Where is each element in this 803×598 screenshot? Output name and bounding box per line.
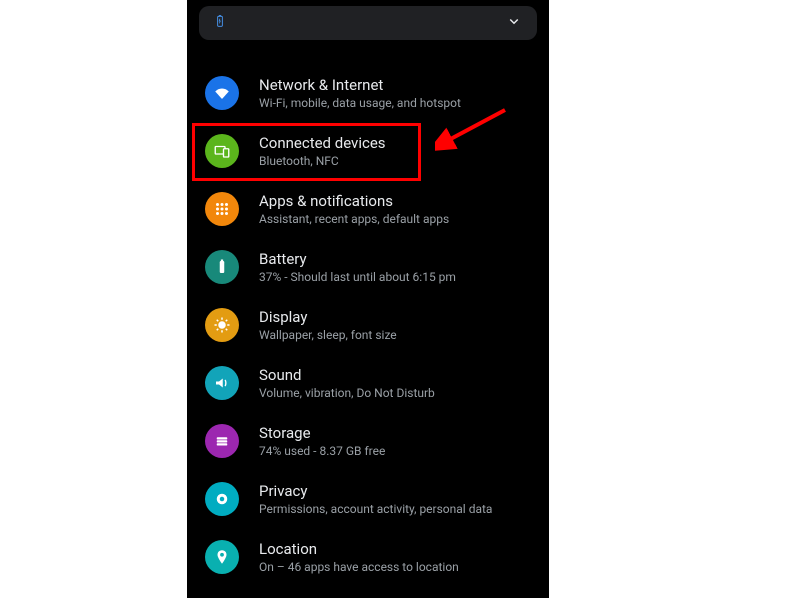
- item-subtitle: Assistant, recent apps, default apps: [259, 212, 449, 226]
- notification-card[interactable]: [199, 6, 537, 40]
- item-subtitle: Volume, vibration, Do Not Disturb: [259, 386, 435, 400]
- item-text: Apps & notifications Assistant, recent a…: [259, 192, 449, 226]
- item-title: Battery: [259, 250, 456, 268]
- settings-item-storage[interactable]: Storage 74% used - 8.37 GB free: [187, 412, 549, 470]
- phone-screen: Network & Internet Wi-Fi, mobile, data u…: [187, 0, 549, 598]
- item-title: Privacy: [259, 482, 492, 500]
- item-subtitle: On – 46 apps have access to location: [259, 560, 459, 574]
- item-subtitle: 74% used - 8.37 GB free: [259, 444, 385, 458]
- item-text: Battery 37% - Should last until about 6:…: [259, 250, 456, 284]
- item-text: Display Wallpaper, sleep, font size: [259, 308, 397, 342]
- item-title: Storage: [259, 424, 385, 442]
- settings-list: Network & Internet Wi-Fi, mobile, data u…: [187, 64, 549, 586]
- item-text: Privacy Permissions, account activity, p…: [259, 482, 492, 516]
- settings-item-privacy[interactable]: Privacy Permissions, account activity, p…: [187, 470, 549, 528]
- item-title: Display: [259, 308, 397, 326]
- chevron-down-icon[interactable]: [505, 12, 523, 34]
- settings-item-sound[interactable]: Sound Volume, vibration, Do Not Disturb: [187, 354, 549, 412]
- battery-charging-icon: [213, 11, 227, 35]
- settings-item-location[interactable]: Location On – 46 apps have access to loc…: [187, 528, 549, 586]
- storage-icon: [205, 424, 239, 458]
- item-subtitle: 37% - Should last until about 6:15 pm: [259, 270, 456, 284]
- privacy-icon: [205, 482, 239, 516]
- item-text: Network & Internet Wi-Fi, mobile, data u…: [259, 76, 461, 110]
- settings-item-connected-devices[interactable]: Connected devices Bluetooth, NFC: [187, 122, 549, 180]
- settings-item-battery[interactable]: Battery 37% - Should last until about 6:…: [187, 238, 549, 296]
- sound-icon: [205, 366, 239, 400]
- item-title: Apps & notifications: [259, 192, 449, 210]
- item-title: Location: [259, 540, 459, 558]
- settings-item-apps[interactable]: Apps & notifications Assistant, recent a…: [187, 180, 549, 238]
- settings-item-network[interactable]: Network & Internet Wi-Fi, mobile, data u…: [187, 64, 549, 122]
- item-text: Location On – 46 apps have access to loc…: [259, 540, 459, 574]
- item-subtitle: Wallpaper, sleep, font size: [259, 328, 397, 342]
- item-subtitle: Wi-Fi, mobile, data usage, and hotspot: [259, 96, 461, 110]
- wifi-icon: [205, 76, 239, 110]
- item-text: Sound Volume, vibration, Do Not Disturb: [259, 366, 435, 400]
- battery-icon: [205, 250, 239, 284]
- display-icon: [205, 308, 239, 342]
- location-icon: [205, 540, 239, 574]
- devices-icon: [205, 134, 239, 168]
- settings-item-display[interactable]: Display Wallpaper, sleep, font size: [187, 296, 549, 354]
- item-subtitle: Permissions, account activity, personal …: [259, 502, 492, 516]
- item-text: Storage 74% used - 8.37 GB free: [259, 424, 385, 458]
- apps-icon: [205, 192, 239, 226]
- item-subtitle: Bluetooth, NFC: [259, 154, 386, 168]
- item-title: Sound: [259, 366, 435, 384]
- item-title: Network & Internet: [259, 76, 461, 94]
- item-text: Connected devices Bluetooth, NFC: [259, 134, 386, 168]
- item-title: Connected devices: [259, 134, 386, 152]
